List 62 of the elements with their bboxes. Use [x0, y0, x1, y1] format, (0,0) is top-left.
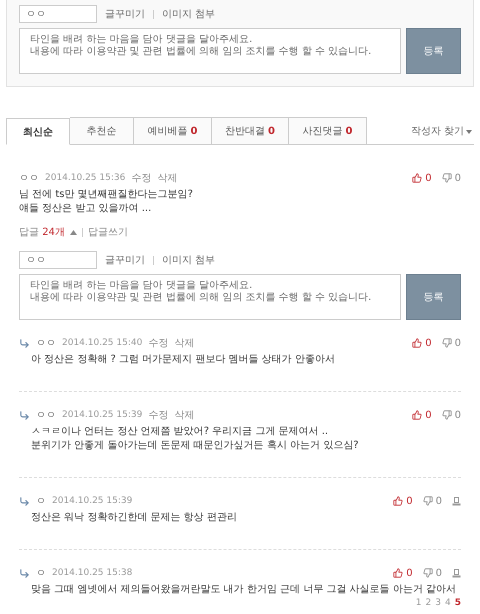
comment-field[interactable]: 타인을 배려 하는 마음을 담아 댓글을 달아주세요. 내용에 따라 이용약관 및 관련 법률에 의해 임의 조치를 수행 할 수 있습니다.: [19, 28, 401, 74]
comment-date: 2014.10.25 15:38: [52, 568, 132, 578]
like-button[interactable]: 0: [412, 410, 432, 420]
reply-arrow-icon: [19, 338, 30, 348]
comment-action-link[interactable]: 삭제: [174, 336, 194, 350]
write-reply-link[interactable]: 답글쓰기: [88, 225, 128, 239]
comment-action-link[interactable]: 수정: [148, 408, 168, 422]
comment-field[interactable]: 타인을 배려 하는 마음을 담아 댓글을 달아주세요. 내용에 따라 이용약관 및 관련 법률에 의해 임의 조치를 수행 할 수 있습니다.: [19, 274, 401, 320]
dislike-button[interactable]: 0: [442, 410, 461, 420]
name-field[interactable]: ㅇㅇ: [19, 5, 97, 23]
dislike-button[interactable]: 0: [422, 496, 442, 506]
editor-link[interactable]: 글꾸미기: [105, 7, 145, 21]
reply-arrow-icon: [19, 568, 30, 578]
dislike-button[interactable]: 0: [422, 568, 442, 578]
comment-text: 님 전에 ts만 몇년째팬질한다는그분임? 얘들 정산은 받고 있을까여 ...: [19, 188, 194, 216]
replies-toggle[interactable]: 답글 24개: [19, 225, 65, 239]
comment-date: 2014.10.25 15:39: [52, 496, 132, 506]
page-link[interactable]: 5: [454, 598, 461, 608]
sort-tab[interactable]: 사진댓글 0: [289, 117, 367, 144]
comment-date: 2014.10.25 15:39: [62, 410, 142, 420]
page-link[interactable]: 3: [435, 598, 441, 608]
page-link[interactable]: 1: [416, 598, 422, 608]
dislike-button[interactable]: 0: [442, 338, 461, 348]
report-icon[interactable]: [452, 496, 461, 506]
comment-date: 2014.10.25 15:36: [45, 173, 126, 183]
author-name: ㅇ: [36, 495, 46, 508]
sort-tab[interactable]: 최신순: [6, 118, 70, 145]
sort-tab[interactable]: 찬반대결 0: [212, 117, 289, 144]
like-button[interactable]: 0: [412, 172, 432, 184]
sort-tab[interactable]: 예비베플 0: [134, 117, 212, 144]
page-link[interactable]: 4: [445, 598, 451, 608]
like-button[interactable]: 0: [412, 338, 432, 348]
comment-text: 정산은 워낙 정확하긴한데 문제는 항상 편관리: [31, 511, 238, 525]
author-name: ㅇ: [36, 567, 46, 580]
reply-arrow-icon: [19, 496, 30, 506]
editor-link[interactable]: 이미지 첨부: [162, 7, 216, 21]
author-name: ㅇㅇ: [36, 409, 56, 422]
comment-text: ㅅㅋㄹ이나 언터는 정산 언제쯤 받았어? 우리지금 그게 문제여서 .. 분위기가 안좋게 돌아가는데 돈문제 때문인가싶거든 혹시 아는거 있으심?: [31, 425, 360, 453]
report-icon[interactable]: [452, 568, 461, 578]
collapse-icon[interactable]: [70, 230, 77, 234]
comment-action-link[interactable]: 삭제: [157, 171, 178, 185]
author-name: ㅇㅇ: [36, 337, 56, 350]
comment-date: 2014.10.25 15:40: [62, 338, 142, 348]
sort-tab[interactable]: 추천순: [70, 117, 134, 144]
editor-link[interactable]: 글꾸미기: [105, 253, 145, 267]
comment-text: 아 정산은 정확해 ? 그럼 머가문제지 팬보다 멤버들 상태가 안좋아서: [31, 353, 336, 367]
submit-button[interactable]: 등록: [406, 274, 461, 320]
reply-arrow-icon: [19, 410, 30, 420]
page-link[interactable]: 2: [426, 598, 432, 608]
editor-link[interactable]: 이미지 첨부: [162, 253, 216, 267]
caret-icon: [466, 130, 472, 134]
comment-action-link[interactable]: 수정: [148, 336, 168, 350]
comment-action-link[interactable]: 수정: [131, 171, 152, 185]
name-field[interactable]: ㅇㅇ: [19, 251, 97, 269]
author-name: ㅇㅇ: [19, 172, 39, 185]
author-search-dropdown[interactable]: 작성자 찾기: [410, 124, 474, 144]
submit-button[interactable]: 등록: [406, 28, 461, 74]
like-button[interactable]: 0: [393, 496, 413, 506]
comment-text: 맞음 그때 엠넷에서 제의들어왔을꺼란말도 내가 한거임 근데 너무 그걸 사실로들 아는거 같아서: [31, 583, 457, 597]
dislike-button[interactable]: 0: [442, 172, 461, 184]
like-button[interactable]: 0: [393, 568, 413, 578]
comment-action-link[interactable]: 삭제: [174, 408, 194, 422]
